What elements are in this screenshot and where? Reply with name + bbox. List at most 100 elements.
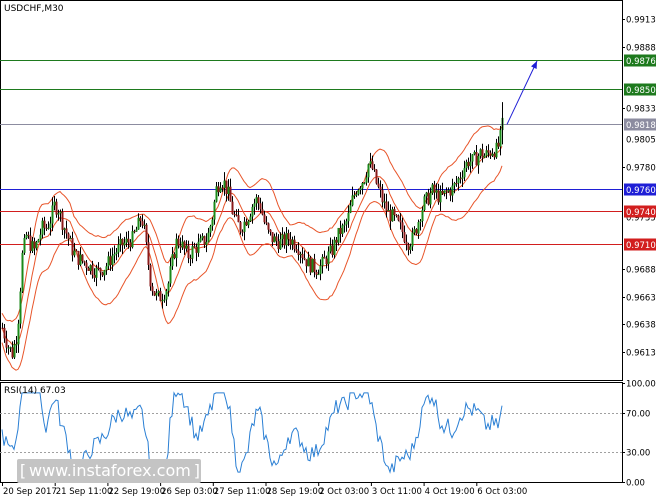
watermark-left-bracket: [ xyxy=(19,461,27,480)
candle-body xyxy=(423,196,426,210)
candle-body xyxy=(453,183,456,186)
candle-body xyxy=(85,262,88,268)
candle-body xyxy=(397,215,400,221)
candle-body xyxy=(209,226,212,233)
candle-body xyxy=(427,192,430,205)
candle-body xyxy=(49,223,52,228)
candle-body xyxy=(379,186,382,190)
candle-body xyxy=(491,153,494,156)
candle-body xyxy=(35,242,38,249)
candle-body xyxy=(109,256,112,265)
candle-body xyxy=(179,245,182,248)
candle-body xyxy=(383,201,386,203)
candle-body xyxy=(247,221,250,226)
candle-body xyxy=(405,241,408,245)
candle-body xyxy=(145,224,148,243)
candle-body xyxy=(21,252,24,292)
candle-body xyxy=(185,245,188,249)
candle-body xyxy=(457,178,460,184)
candle-body xyxy=(471,154,474,162)
level-tag-label: 0.9818 xyxy=(626,121,656,131)
candle-body xyxy=(411,232,414,247)
candle-body xyxy=(163,299,166,301)
candle-body xyxy=(73,250,76,256)
candle-body xyxy=(377,183,380,187)
candle xyxy=(309,255,312,276)
candle-body xyxy=(199,238,202,242)
candle-body xyxy=(211,219,214,227)
candle xyxy=(21,250,24,293)
time-tick-label: 4 Oct 19:00 xyxy=(425,487,475,497)
candle-body xyxy=(497,142,500,147)
candle-body xyxy=(409,246,412,250)
candle-body xyxy=(99,268,102,273)
level-tag-0.9760: 0.9760 xyxy=(624,183,656,196)
price-tick-label: 0.9780 xyxy=(626,164,656,174)
candle-body xyxy=(281,234,284,240)
candle-body xyxy=(231,201,234,215)
candle-body xyxy=(261,209,264,215)
candle-body xyxy=(55,201,58,215)
candle-body xyxy=(493,153,496,158)
candle-body xyxy=(399,220,402,223)
candle-body xyxy=(421,209,424,222)
candle-body xyxy=(243,221,246,232)
candle-body xyxy=(193,246,196,248)
candle-body xyxy=(465,161,468,169)
candle-body xyxy=(283,234,286,246)
candle-body xyxy=(59,211,62,214)
candle-body xyxy=(415,229,418,234)
candle-body xyxy=(103,270,106,276)
candle-body xyxy=(301,253,304,258)
candle-body xyxy=(395,214,398,216)
candle-body xyxy=(445,190,448,192)
rsi-tick-label: 70.00 xyxy=(626,410,650,420)
candle-body xyxy=(111,255,114,265)
time-tick-label: 27 Sep 11:00 xyxy=(214,487,271,497)
candle-body xyxy=(475,151,478,166)
candle xyxy=(375,169,378,185)
candle-body xyxy=(315,271,318,275)
candle-body xyxy=(329,245,332,252)
candle-body xyxy=(437,190,440,203)
rsi-tick-label: 30.00 xyxy=(626,449,650,459)
candle-body xyxy=(153,291,156,296)
candle-body xyxy=(269,229,272,233)
candle-body xyxy=(273,236,276,243)
level-tag-label: 0.9850 xyxy=(626,86,656,96)
candle-body xyxy=(361,182,364,189)
candle-body xyxy=(79,254,82,265)
candle xyxy=(19,287,22,329)
candle-body xyxy=(171,254,174,267)
candle-body xyxy=(307,257,310,267)
candle-body xyxy=(265,222,268,224)
candle-body xyxy=(321,256,324,266)
candle-body xyxy=(467,161,470,167)
candle xyxy=(145,223,148,246)
candle-body xyxy=(469,161,472,167)
candle-body xyxy=(325,258,328,265)
candle xyxy=(311,258,314,273)
candle-body xyxy=(155,292,158,296)
candle-body xyxy=(295,249,298,251)
candle-body xyxy=(253,203,256,207)
candle-body xyxy=(207,232,210,242)
candle-body xyxy=(25,234,28,238)
candle-body xyxy=(149,264,152,287)
candle-body xyxy=(355,194,358,196)
candle-body xyxy=(129,242,132,248)
watermark: [www.instaforex.com] xyxy=(17,459,201,483)
candle-body xyxy=(157,291,160,293)
price-tick-label: 0.9688 xyxy=(626,266,656,276)
candle-body xyxy=(443,190,446,194)
candle-body xyxy=(449,189,452,196)
candle-body xyxy=(345,221,348,225)
candle-body xyxy=(197,241,200,253)
candle-body xyxy=(481,149,484,158)
candle-body xyxy=(357,190,360,195)
candle-body xyxy=(343,224,346,226)
candle-body xyxy=(53,201,56,206)
candle-body xyxy=(347,212,350,222)
candle-body xyxy=(41,220,44,235)
price-tick-label: 0.9613 xyxy=(626,349,656,359)
